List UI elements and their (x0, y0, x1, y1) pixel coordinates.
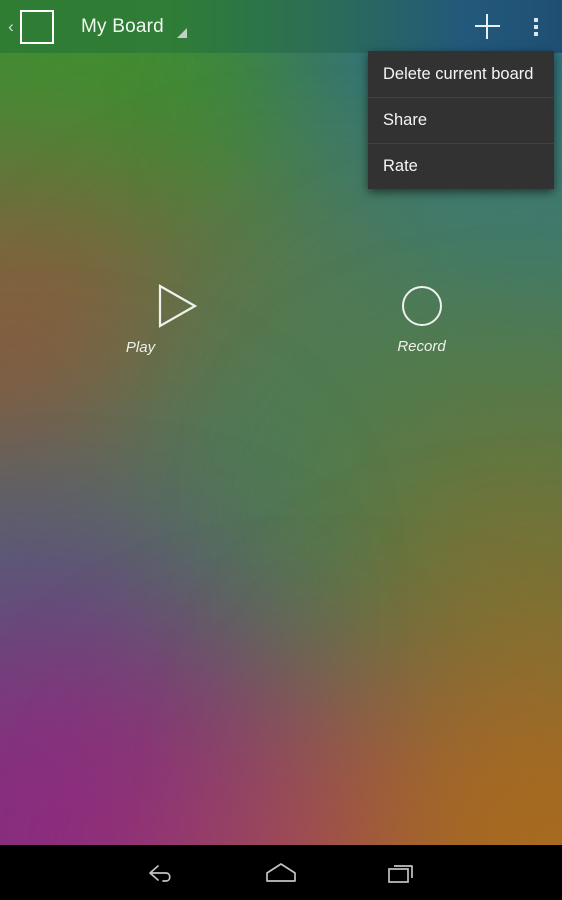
chevron-left-icon[interactable]: ‹ (3, 18, 19, 35)
nav-home-button[interactable] (221, 845, 341, 900)
play-label: Play (125, 339, 156, 356)
square-outline-icon[interactable] (20, 9, 54, 44)
plus-icon[interactable] (464, 0, 510, 53)
nav-recents-button[interactable] (341, 845, 461, 900)
play-button[interactable]: Play (0, 284, 281, 356)
back-arrow-icon (149, 864, 171, 882)
play-triangle-icon (123, 284, 197, 328)
overflow-dot (534, 18, 538, 22)
wallpaper-blob (330, 640, 562, 845)
title-container: My Board (81, 16, 464, 38)
menu-item-label: Share (383, 111, 428, 129)
transport-controls: Play Record (0, 284, 562, 356)
menu-item-label: Delete current board (383, 64, 534, 83)
menu-item-share[interactable]: Share (368, 97, 554, 143)
overflow-dropdown: Delete current board Share Rate (368, 51, 554, 189)
page-title: My Board (81, 15, 164, 37)
action-bar: ‹ My Board (0, 0, 562, 53)
recents-icon (388, 864, 413, 883)
nav-back-button[interactable] (101, 845, 221, 900)
dropdown-triangle-icon[interactable] (177, 27, 187, 38)
overflow-dot (534, 32, 538, 36)
record-circle-icon (401, 286, 442, 326)
menu-item-delete-current-board[interactable]: Delete current board (368, 51, 554, 97)
home-icon (266, 862, 296, 882)
overflow-dot (534, 25, 538, 29)
menu-item-rate[interactable]: Rate (368, 143, 554, 189)
record-button[interactable]: Record (281, 285, 562, 356)
overflow-menu-icon[interactable] (510, 0, 562, 53)
record-label: Record (397, 338, 446, 355)
menu-item-label: Rate (383, 157, 418, 175)
system-navigation-bar (0, 845, 562, 900)
app-screen: ‹ My Board Delete current board Share Ra… (0, 0, 562, 900)
